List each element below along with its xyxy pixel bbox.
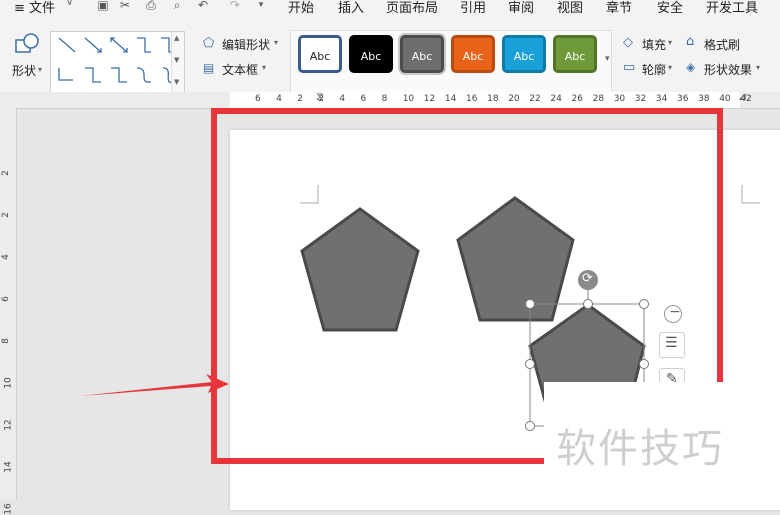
- ruler-number: 16: [3, 503, 14, 515]
- watermark-panel: 软件技巧: [544, 382, 780, 500]
- watermark-text: 软件技巧: [556, 426, 724, 472]
